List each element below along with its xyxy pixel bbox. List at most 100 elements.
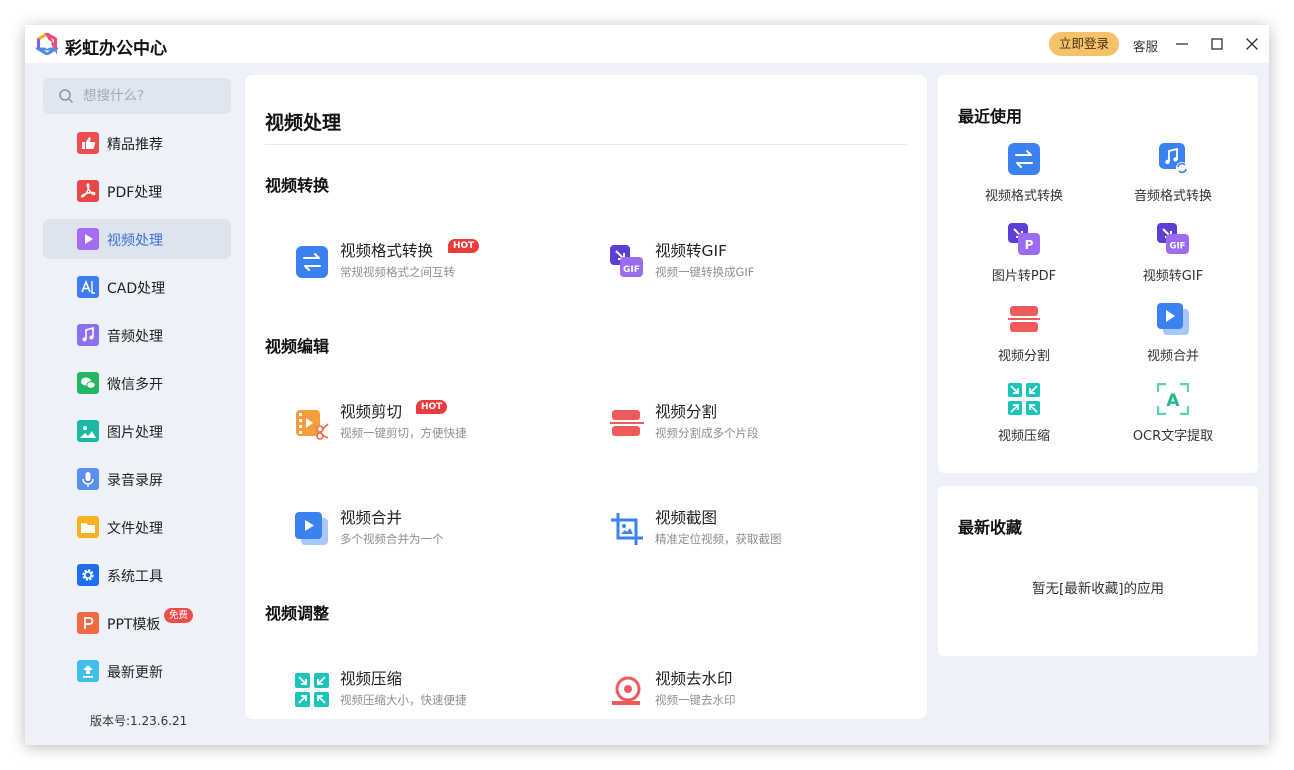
recent-item-ocr[interactable]: A OCR文字提取 [1098, 383, 1248, 449]
compress-icon [1008, 383, 1040, 415]
folder-icon [77, 516, 99, 538]
app-title: 彩虹办公中心 [65, 39, 167, 59]
sidebar-item-wechat[interactable]: 微信多开 [43, 363, 231, 403]
split-icon [1008, 306, 1040, 332]
login-button[interactable]: 立即登录 [1049, 32, 1119, 56]
sidebar-item-pdf[interactable]: PDF处理 [43, 171, 231, 211]
image-to-pdf-icon: P [1008, 223, 1040, 255]
recent-item-label: 视频转GIF [1142, 269, 1204, 284]
sidebar-item-record[interactable]: 录音录屏 [43, 459, 231, 499]
customer-service-link[interactable]: 客服 [1133, 36, 1158, 55]
sidebar-item-recommend[interactable]: 精品推荐 [43, 123, 231, 163]
tool-video-cut[interactable]: 视频剪切 视频一键剪切，方便快捷 HOT [295, 400, 555, 446]
sidebar-item-label: 微信多开 [107, 377, 163, 393]
tool-description: 视频压缩大小，快速便捷 [340, 693, 467, 707]
recent-item-image-to-pdf[interactable]: P 图片转PDF [949, 223, 1099, 289]
sidebar-item-label: 图片处理 [107, 425, 163, 441]
cad-icon [77, 276, 99, 298]
section-title: 视频编辑 [265, 337, 330, 356]
free-badge: 免费 [164, 608, 194, 623]
recent-item-video-compress[interactable]: 视频压缩 [949, 383, 1099, 449]
tool-name: 视频转GIF [655, 242, 727, 260]
search-box[interactable] [43, 78, 231, 114]
recent-item-video-split[interactable]: 视频分割 [949, 303, 1099, 369]
favorites-empty-text: 暂无[最新收藏]的应用 [1031, 581, 1165, 597]
recent-item-label: 视频合并 [1146, 349, 1199, 364]
sidebar-item-file[interactable]: 文件处理 [43, 507, 231, 547]
favorites-title: 最新收藏 [958, 518, 1023, 537]
tool-video-format-convert[interactable]: 视频格式转换 常规视频格式之间互转 HOT [295, 239, 555, 285]
music-icon [77, 324, 99, 346]
gear-icon [77, 564, 99, 586]
music-convert-icon [1159, 143, 1188, 174]
close-icon[interactable] [1242, 34, 1262, 54]
compress-icon [295, 673, 329, 707]
recent-item-video-merge[interactable]: 视频合并 [1098, 303, 1248, 369]
tool-name: 视频压缩 [340, 670, 403, 688]
divider [265, 144, 907, 145]
search-icon [59, 89, 73, 103]
sidebar-item-label: 音频处理 [107, 329, 163, 345]
tool-description: 多个视频合并为一个 [340, 532, 444, 546]
hot-badge: HOT [448, 239, 480, 253]
search-input[interactable] [83, 86, 223, 106]
main-panel: 视频处理 视频转换 视频格式转换 常规视频格式之间互转 HOT GIF 视频转G… [245, 75, 927, 719]
tool-name: 视频截图 [655, 509, 718, 527]
svg-text:P: P [1025, 238, 1034, 252]
minimize-icon[interactable] [1172, 34, 1192, 54]
maximize-icon[interactable] [1207, 34, 1227, 54]
sidebar-item-label: 系统工具 [107, 569, 163, 585]
sidebar-item-label: 录音录屏 [107, 473, 163, 489]
tool-video-split[interactable]: 视频分割 视频分割成多个片段 [610, 400, 870, 446]
svg-text:A: A [1166, 391, 1180, 411]
sidebar-item-label: 精品推荐 [107, 137, 163, 153]
sidebar-item-cad[interactable]: CAD处理 [43, 267, 231, 307]
recent-item-label: OCR文字提取 [1132, 429, 1214, 444]
tool-video-remove-watermark[interactable]: 视频去水印 视频一键去水印 [610, 667, 870, 713]
tool-description: 视频一键剪切，方便快捷 [340, 426, 467, 440]
recent-item-video-format-convert[interactable]: 视频格式转换 [949, 143, 1099, 209]
image-icon [77, 420, 99, 442]
app-window: 彩虹办公中心 立即登录 客服 精品推荐 PDF处理 视频处理 [25, 25, 1269, 745]
tool-description: 视频分割成多个片段 [655, 426, 759, 440]
upload-icon [77, 660, 99, 682]
sidebar-item-system[interactable]: 系统工具 [43, 555, 231, 595]
video-merge-icon [1157, 303, 1189, 335]
sidebar-item-latest[interactable]: 最新更新 [43, 651, 231, 691]
recent-item-label: 音频格式转换 [1133, 189, 1212, 204]
recent-item-label: 图片转PDF [991, 269, 1057, 284]
tool-name: 视频合并 [340, 509, 403, 527]
sidebar-item-label: 最新更新 [107, 665, 163, 681]
recent-item-audio-format-convert[interactable]: 音频格式转换 [1098, 143, 1248, 209]
recent-title: 最近使用 [958, 107, 1023, 126]
gif-icon: GIF [1157, 223, 1189, 254]
tool-description: 视频一键转换成GIF [655, 265, 755, 279]
hot-badge: HOT [416, 400, 448, 414]
sidebar-item-ppt[interactable]: PPT模板 免费 [43, 603, 231, 643]
sidebar-item-audio[interactable]: 音频处理 [43, 315, 231, 355]
sidebar-item-label: CAD处理 [107, 281, 166, 297]
ocr-icon: A [1157, 383, 1189, 415]
tool-name: 视频分割 [655, 403, 718, 421]
tool-name: 视频格式转换 [340, 242, 434, 260]
recent-item-video-to-gif[interactable]: GIF 视频转GIF [1098, 223, 1248, 289]
sidebar-item-image[interactable]: 图片处理 [43, 411, 231, 451]
section-title: 视频调整 [265, 604, 330, 623]
tool-video-merge[interactable]: 视频合并 多个视频合并为一个 [295, 506, 555, 552]
tool-video-to-gif[interactable]: GIF 视频转GIF 视频一键转换成GIF [610, 239, 870, 285]
recent-item-label: 视频分割 [997, 349, 1050, 364]
tool-description: 常规视频格式之间互转 [340, 265, 455, 279]
tool-video-compress[interactable]: 视频压缩 视频压缩大小，快速便捷 [295, 667, 555, 713]
microphone-icon [77, 468, 99, 490]
tool-description: 视频一键去水印 [655, 693, 736, 707]
title-bar: 彩虹办公中心 立即登录 客服 [25, 25, 1269, 63]
video-play-icon [77, 228, 99, 250]
tool-video-screenshot[interactable]: 视频截图 精准定位视频，获取截图 [610, 506, 870, 552]
swap-arrows-icon [296, 246, 328, 278]
recent-item-label: 视频压缩 [997, 429, 1050, 444]
sidebar-item-label: PPT模板 [107, 617, 161, 633]
page-title: 视频处理 [265, 112, 342, 134]
recent-panel: 最近使用 视频格式转换 音频格式转换 P 图片转PDF GIF 视频转GIF 视… [938, 75, 1258, 473]
sidebar-item-video[interactable]: 视频处理 [43, 219, 231, 259]
svg-text:GIF: GIF [623, 265, 640, 275]
